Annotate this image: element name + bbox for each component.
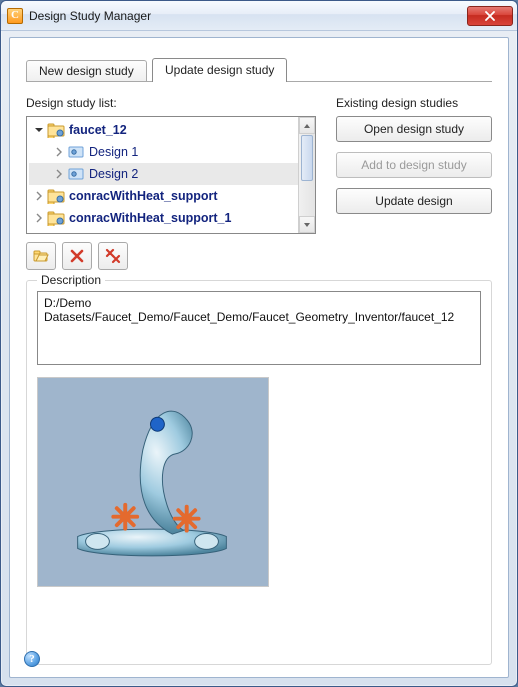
update-design-button[interactable]: Update design <box>336 188 492 214</box>
tree-toolbar <box>26 242 316 270</box>
tree-root: faucet_12 <box>27 117 298 229</box>
expander-expand-icon[interactable] <box>33 190 45 202</box>
expander-expand-icon[interactable] <box>53 146 65 158</box>
tab-bar: New design study Update design study <box>26 58 492 82</box>
description-group: Description D:/Demo Datasets/Faucet_Demo… <box>26 280 492 665</box>
description-legend: Description <box>37 273 105 287</box>
tree-item-conrac-support-1[interactable]: conracWithHeat_support_1 <box>29 207 298 229</box>
right-column: Existing design studies Open design stud… <box>336 96 492 270</box>
expander-collapse-icon[interactable] <box>33 124 45 136</box>
tree-scrollbar[interactable] <box>298 117 315 233</box>
tree-item-label: faucet_12 <box>69 123 127 137</box>
open-folder-icon <box>33 248 49 264</box>
window: C Design Study Manager New design study … <box>0 0 518 687</box>
folder-gear-icon <box>47 122 65 138</box>
main-row: Design study list: <box>26 96 492 270</box>
add-to-design-study-button: Add to design study <box>336 152 492 178</box>
tree-item-label: Design 1 <box>89 145 138 159</box>
app-icon: C <box>7 8 23 24</box>
open-folder-button[interactable] <box>26 242 56 270</box>
tab-new-design-study[interactable]: New design study <box>26 60 147 82</box>
existing-studies-label: Existing design studies <box>336 96 492 110</box>
description-text[interactable]: D:/Demo Datasets/Faucet_Demo/Faucet_Demo… <box>37 291 481 365</box>
tree-item-label: conracWithHeat_support <box>69 189 218 203</box>
delete-all-button[interactable] <box>98 242 128 270</box>
delete-all-icon <box>105 248 121 264</box>
tree-item-design-1[interactable]: Design 1 <box>29 141 298 163</box>
tree-item-design-2[interactable]: Design 2 <box>29 163 298 185</box>
close-icon <box>485 11 495 21</box>
design-study-list-label: Design study list: <box>26 96 316 110</box>
open-design-study-button[interactable]: Open design study <box>336 116 492 142</box>
tree-scroll: faucet_12 <box>27 117 298 233</box>
tab-update-design-study[interactable]: Update design study <box>152 58 287 82</box>
tree-view[interactable]: faucet_12 <box>26 116 316 234</box>
titlebar: C Design Study Manager <box>1 1 517 31</box>
window-title: Design Study Manager <box>29 9 467 23</box>
expander-expand-icon[interactable] <box>33 212 45 224</box>
delete-button[interactable] <box>62 242 92 270</box>
delete-icon <box>69 248 85 264</box>
expander-expand-icon[interactable] <box>53 168 65 180</box>
scroll-down-icon[interactable] <box>299 216 315 233</box>
faucet-preview-icon <box>38 377 268 587</box>
folder-gear-icon <box>47 188 65 204</box>
scrollbar-thumb[interactable] <box>301 135 313 181</box>
folder-gear-icon <box>47 210 65 226</box>
design-icon <box>67 166 85 182</box>
tree-item-label: Design 2 <box>89 167 138 181</box>
scroll-up-icon[interactable] <box>299 117 315 134</box>
help-button[interactable]: ? <box>24 651 40 667</box>
close-button[interactable] <box>467 6 513 26</box>
tree-item-conrac-support[interactable]: conracWithHeat_support <box>29 185 298 207</box>
tree-item-label: conracWithHeat_support_1 <box>69 211 231 225</box>
model-preview <box>37 377 269 587</box>
tree-item-faucet-12[interactable]: faucet_12 <box>29 119 298 141</box>
design-icon <box>67 144 85 160</box>
client-area: New design study Update design study Des… <box>9 37 509 678</box>
left-column: Design study list: <box>26 96 316 270</box>
